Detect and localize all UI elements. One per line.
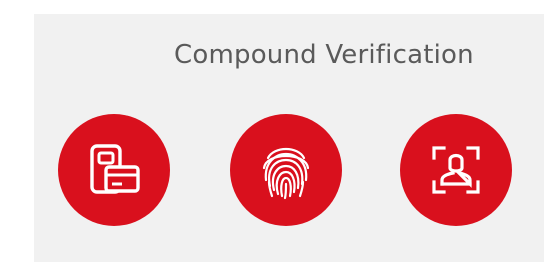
verification-panel: Compound Verification (34, 14, 544, 262)
fingerprint-icon (262, 147, 310, 200)
fingerprint-verification-button[interactable] (230, 114, 342, 226)
face-scan-icon (432, 146, 480, 194)
phone-card-verification-button[interactable] (58, 114, 170, 226)
panel-title: Compound Verification (174, 40, 474, 70)
face-scan-verification-button[interactable] (400, 114, 512, 226)
card-icon (90, 144, 140, 194)
